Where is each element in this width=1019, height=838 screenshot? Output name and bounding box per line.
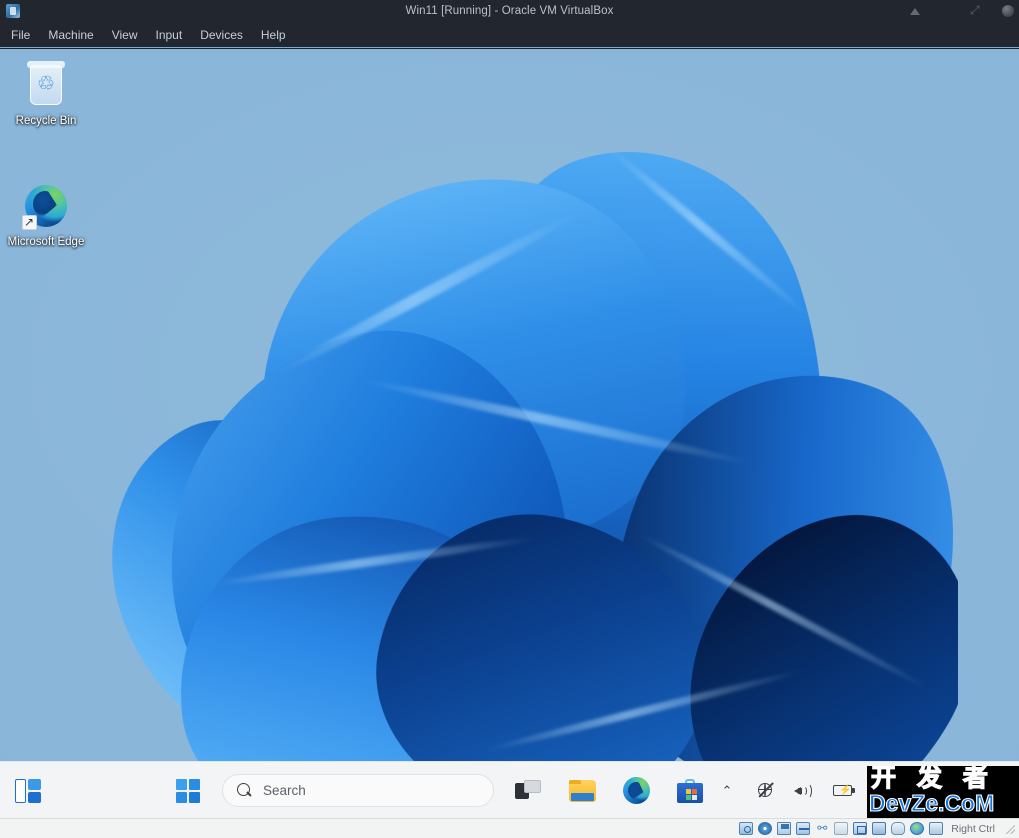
task-view-icon xyxy=(515,779,541,802)
taskbar-item-microsoft-edge[interactable] xyxy=(616,771,656,811)
taskbar-left-group xyxy=(8,762,48,818)
display-icon[interactable] xyxy=(853,822,868,835)
recording-icon[interactable] xyxy=(872,822,887,835)
microsoft-edge-icon xyxy=(622,777,650,804)
optical-drive-icon[interactable] xyxy=(758,822,773,835)
window-controls xyxy=(908,0,1015,22)
desktop-wallpaper[interactable] xyxy=(0,49,1019,761)
taskbar-item-microsoft-store[interactable] xyxy=(670,771,710,811)
windows-taskbar: Search ⌃ ⚡ xyxy=(0,761,1019,818)
shared-folder-icon[interactable] xyxy=(834,822,849,835)
mouse-icon[interactable] xyxy=(891,822,906,835)
battery-charging-icon: ⚡ xyxy=(833,784,855,798)
close-icon[interactable] xyxy=(1001,4,1015,18)
microsoft-store-icon xyxy=(677,778,703,803)
host-key-hint: Right Ctrl xyxy=(951,822,995,835)
menubar: File Machine View Input Devices Help xyxy=(0,22,1019,48)
menu-item-view[interactable]: View xyxy=(103,24,147,46)
taskbar-item-task-view[interactable] xyxy=(508,771,548,811)
menu-item-input[interactable]: Input xyxy=(147,24,192,46)
restore-icon[interactable] xyxy=(970,2,984,18)
menu-item-file[interactable]: File xyxy=(2,24,39,46)
system-tray: ⌃ ⚡ xyxy=(714,762,859,818)
tray-battery[interactable]: ⚡ xyxy=(829,774,859,808)
search-icon xyxy=(237,783,252,798)
hard-disk-icon[interactable] xyxy=(739,822,754,835)
taskbar-item-file-explorer[interactable] xyxy=(562,771,602,811)
bloom-artwork xyxy=(58,87,958,761)
chevron-up-icon: ⌃ xyxy=(721,783,733,798)
usb-icon[interactable]: ⚯ xyxy=(815,822,829,835)
widgets-icon xyxy=(15,778,41,803)
tray-network[interactable] xyxy=(752,774,778,808)
resize-grip-icon[interactable] xyxy=(1004,823,1015,834)
network-disconnected-icon xyxy=(757,782,774,799)
taskbar-widgets-button[interactable] xyxy=(8,771,48,811)
window-title: Win11 [Running] - Oracle VM VirtualBox xyxy=(405,5,614,17)
window-titlebar: Win11 [Running] - Oracle VM VirtualBox xyxy=(0,0,1019,22)
desktop-icon-label: Microsoft Edge xyxy=(7,236,85,248)
recycle-bin-icon: ♲ xyxy=(22,61,70,109)
windows-start-icon xyxy=(176,778,200,803)
search-placeholder: Search xyxy=(263,783,306,798)
shortcut-arrow-icon xyxy=(22,214,37,231)
desktop-icon-microsoft-edge[interactable]: Microsoft Edge xyxy=(0,182,92,249)
menu-item-machine[interactable]: Machine xyxy=(39,24,102,46)
globe-icon[interactable] xyxy=(910,822,925,835)
desktop-icon-recycle-bin[interactable]: ♲ Recycle Bin xyxy=(0,61,92,128)
network-icon[interactable] xyxy=(796,822,811,835)
virtualbox-logo-icon xyxy=(2,1,24,21)
file-explorer-icon xyxy=(568,779,596,802)
guest-screen[interactable]: ♲ Recycle Bin Microsoft Edge xyxy=(0,49,1019,818)
maximize-icon[interactable] xyxy=(939,4,953,18)
menu-item-help[interactable]: Help xyxy=(252,24,295,46)
virtualbox-statusbar: ⚯ Right Ctrl xyxy=(0,818,1019,838)
search-input[interactable]: Search xyxy=(222,774,494,807)
minimize-icon[interactable] xyxy=(908,4,922,18)
menu-item-devices[interactable]: Devices xyxy=(191,24,252,46)
taskbar-center-group: Search xyxy=(168,762,710,818)
desktop-icon-label: Recycle Bin xyxy=(15,115,77,127)
virtualbox-window: Win11 [Running] - Oracle VM VirtualBox F… xyxy=(0,0,1019,838)
tray-show-hidden-icons[interactable]: ⌃ xyxy=(714,774,740,808)
volume-icon xyxy=(794,782,813,799)
tray-volume[interactable] xyxy=(790,774,817,808)
start-button[interactable] xyxy=(168,771,208,811)
floppy-drive-icon[interactable] xyxy=(777,822,792,835)
keyboard-icon[interactable] xyxy=(929,822,944,835)
microsoft-edge-icon xyxy=(22,182,70,231)
